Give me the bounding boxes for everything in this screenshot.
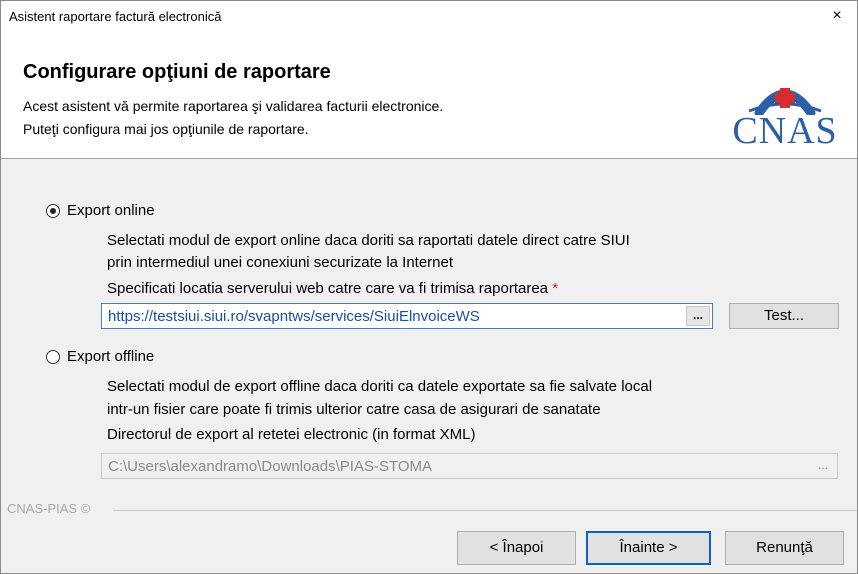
- footer-brand: CNAS-PIAS ©: [7, 501, 91, 516]
- header-description-line2: Puteţi configura mai jos opţiunile de ra…: [23, 121, 309, 137]
- next-button[interactable]: Înainte >: [586, 531, 711, 565]
- server-location-label: Specificati locatia serverului web catre…: [107, 280, 559, 297]
- cnas-logo: CNAS: [719, 71, 851, 152]
- title-bar: Asistent raportare factură electronică ×: [1, 1, 857, 31]
- logo-text: CNAS: [732, 110, 838, 152]
- required-marker: *: [552, 280, 559, 297]
- export-directory-input[interactable]: C:\Users\alexandramo\Downloads\PIAS-STOM…: [101, 453, 838, 479]
- export-offline-radio[interactable]: Export offline: [46, 348, 154, 365]
- test-button[interactable]: Test...: [729, 303, 839, 329]
- options-panel: Export online Selectati modul de export …: [1, 160, 857, 490]
- directory-label: Directorul de export al retetei electron…: [107, 426, 476, 443]
- export-online-description-line1: Selectati modul de export online daca do…: [107, 232, 630, 249]
- close-icon[interactable]: ×: [817, 1, 857, 31]
- export-online-description-line2: prin intermediul unei conexiuni securiza…: [107, 254, 454, 271]
- browse-directory-button[interactable]: ...: [813, 458, 833, 474]
- export-online-radio[interactable]: Export online: [46, 202, 155, 219]
- wizard-header: Configurare opţiuni de raportare Acest a…: [1, 31, 857, 159]
- export-offline-label: Export offline: [67, 348, 155, 365]
- window-title: Asistent raportare factură electronică: [9, 9, 222, 24]
- radio-unchecked-icon: [46, 349, 60, 364]
- header-description-line1: Acest asistent vă permite raportarea şi …: [23, 98, 444, 114]
- export-offline-description-line1: Selectati modul de export offline daca d…: [107, 378, 653, 395]
- back-button[interactable]: < Înapoi: [457, 531, 576, 565]
- page-title: Configurare opţiuni de raportare: [23, 61, 331, 83]
- dialog-window: Asistent raportare factură electronică ×…: [0, 0, 858, 574]
- browse-server-button[interactable]: ...: [686, 306, 710, 326]
- export-directory-value: C:\Users\alexandramo\Downloads\PIAS-STOM…: [108, 458, 433, 475]
- server-url-value: https://testsiui.siui.ro/svapntws/servic…: [108, 308, 480, 325]
- radio-checked-icon: [46, 203, 60, 218]
- cancel-button[interactable]: Renunţă: [725, 531, 844, 565]
- export-offline-description-line2: intr-un fisier care poate fi trimis ulte…: [107, 401, 601, 418]
- footer-divider: [113, 510, 857, 511]
- server-url-input[interactable]: https://testsiui.siui.ro/svapntws/servic…: [101, 303, 713, 329]
- export-online-label: Export online: [67, 202, 155, 219]
